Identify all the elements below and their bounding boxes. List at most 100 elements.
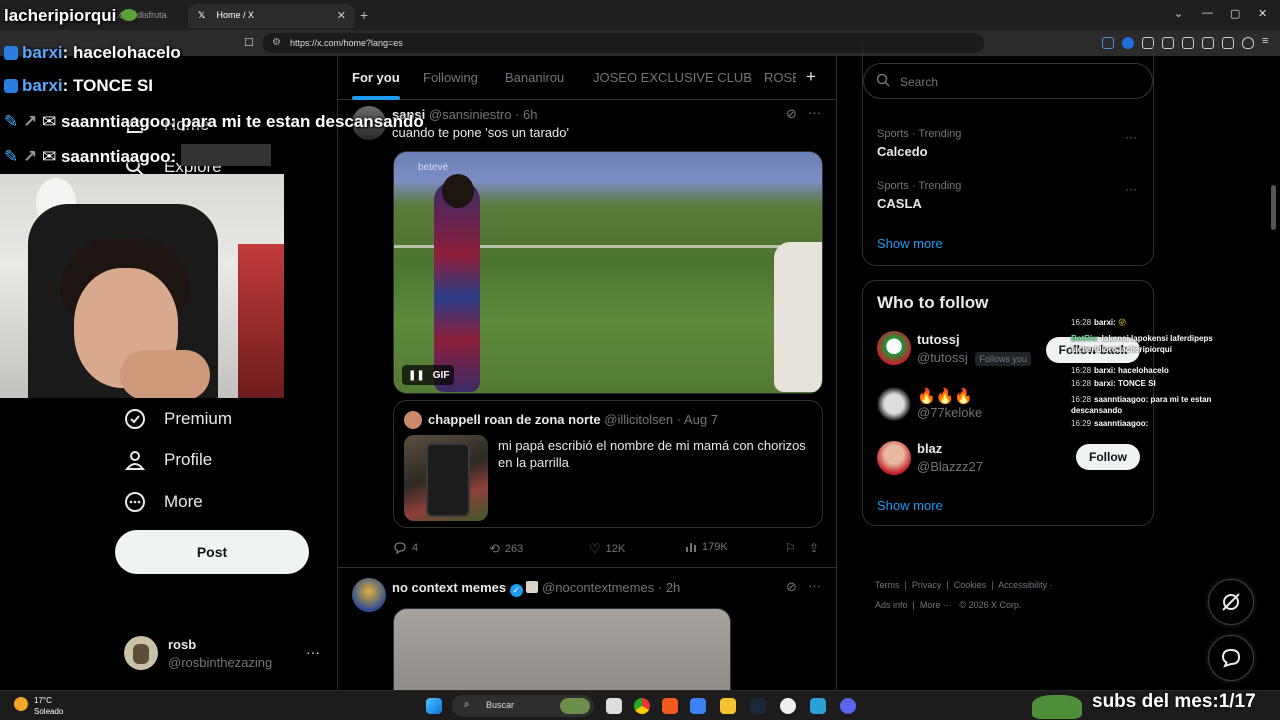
tab-following[interactable]: Following [423, 70, 478, 85]
tweet-more-icon[interactable]: ··· [808, 105, 821, 120]
steam-icon[interactable] [750, 698, 766, 714]
search-icon: ⌕ [464, 699, 470, 710]
tab-search-icon[interactable]: ⌄ [1174, 7, 1183, 20]
nav-profile[interactable]: Profile [124, 445, 212, 475]
add-tab-icon[interactable]: + [806, 67, 816, 87]
quoted-tweet[interactable]: chappell roan de zona norte @illicitolse… [393, 400, 823, 528]
share-icon[interactable]: ⇪ [809, 541, 819, 555]
who-to-follow-show-more-link[interactable]: Show more [877, 498, 943, 513]
avatar[interactable] [877, 331, 911, 365]
affiliate-badge-icon [526, 581, 539, 593]
tweet-time[interactable]: 2h [666, 580, 680, 595]
tweet-actions: 4 ⟲ 263 ♡ 12K 179K ⚐ ⇪ [393, 541, 823, 559]
page-scrollbar[interactable] [1271, 185, 1276, 230]
pause-icon[interactable]: ❚❚ [408, 370, 425, 381]
avatar[interactable] [877, 441, 911, 475]
tweet-author-name[interactable]: no context memes [392, 580, 506, 595]
post-button[interactable]: Post [115, 530, 309, 574]
bookmark-tweet-icon[interactable]: ⚐ [785, 541, 796, 555]
footer-cookies-link[interactable]: Cookies [954, 580, 987, 590]
close-tab-icon[interactable]: ✕ [337, 9, 346, 22]
reply-count: 4 [412, 542, 419, 554]
tweet-gif[interactable]: betevé ❚❚ GIF [393, 151, 823, 394]
footer-more-link[interactable]: More ··· [920, 600, 952, 610]
mini-chat-user: barxi [1094, 318, 1114, 327]
follows-you-badge: Follows you [975, 352, 1031, 366]
follow-button[interactable]: Follow [1076, 444, 1140, 470]
envelope-badge-icon: ✉ [41, 112, 57, 131]
suggested-account-name[interactable]: 🔥🔥🔥 [917, 387, 973, 405]
repost-button[interactable]: ⟲ 263 [489, 541, 523, 557]
grok-button[interactable] [1208, 579, 1254, 625]
tab-for-you[interactable]: For you [352, 70, 400, 100]
app-icon[interactable] [810, 698, 826, 714]
trend-more-icon[interactable]: ··· [1125, 182, 1137, 196]
more-dots-icon[interactable]: ··· [306, 644, 320, 660]
footer-accessibility-link[interactable]: Accessibility [998, 580, 1047, 590]
puzzle-icon[interactable] [1162, 37, 1174, 49]
maximize-icon[interactable]: ▢ [1230, 7, 1240, 20]
discord-icon[interactable] [840, 698, 856, 714]
tweet-author-handle[interactable]: @sansiniestro [429, 107, 512, 122]
tweet-time[interactable]: 6h [523, 107, 537, 122]
avatar[interactable] [877, 387, 911, 421]
brave-icon[interactable] [662, 698, 678, 714]
grok-icon[interactable]: ⊘ [786, 579, 797, 595]
messages-button[interactable] [1208, 635, 1254, 681]
suggested-account-name[interactable]: blaz [917, 441, 942, 456]
views-button[interactable]: 179K [685, 541, 728, 553]
cube-badge-icon [4, 46, 18, 60]
minimize-icon[interactable]: — [1202, 7, 1213, 19]
weather-widget[interactable]: 17°C Soleado [14, 695, 63, 717]
like-button[interactable]: ♡ 12K [589, 541, 625, 557]
stream-title: lacheripiorqui [4, 6, 138, 26]
nav-more-label: More [164, 492, 203, 511]
pepe-emote-icon [1032, 695, 1082, 719]
wallet-icon[interactable] [1202, 37, 1214, 49]
tweet-media[interactable] [393, 608, 731, 690]
sidebar-icon[interactable] [1182, 37, 1194, 49]
gif-badge[interactable]: ❚❚ GIF [402, 365, 454, 385]
quote-image[interactable] [404, 435, 488, 521]
trends-show-more-link[interactable]: Show more [877, 236, 943, 251]
tweet-avatar[interactable] [352, 578, 386, 612]
site-settings-icon[interactable]: ⚙ [272, 37, 281, 48]
start-icon[interactable] [426, 698, 442, 714]
bookmark-icon[interactable]: ☐ [244, 36, 254, 49]
person-icon [124, 449, 146, 471]
close-window-icon[interactable]: ✕ [1258, 7, 1267, 20]
shield-icon[interactable] [1242, 37, 1254, 49]
new-tab-icon[interactable]: + [360, 7, 368, 23]
menu-icon[interactable]: ≡ [1262, 35, 1268, 47]
edit-icon[interactable] [1222, 37, 1234, 49]
footer-ads-info-link[interactable]: Ads info [875, 600, 908, 610]
store-icon[interactable] [690, 698, 706, 714]
tab-bananirou[interactable]: Bananirou [505, 70, 564, 85]
folder-icon[interactable] [720, 698, 736, 714]
tweet-header: no context memes ✓ @nocontextmemes · 2h [392, 580, 680, 597]
tweet-author-handle[interactable]: @nocontextmemes [542, 580, 654, 595]
trend-name[interactable]: CASLA [877, 196, 922, 211]
browser-tab-active[interactable]: 𝕏 Home / X ✕ [188, 4, 354, 28]
reply-button[interactable]: 4 [393, 541, 418, 555]
handle-text: @tutossj [917, 350, 968, 365]
grok-icon[interactable]: ⊘ [786, 106, 797, 122]
like-count: 12K [605, 543, 626, 555]
chat-image-emote [180, 144, 271, 166]
footer-privacy-link[interactable]: Privacy [912, 580, 942, 590]
tweet-more-icon[interactable]: ··· [808, 578, 821, 593]
footer-terms-link[interactable]: Terms [875, 580, 900, 590]
trend-more-icon[interactable]: ··· [1125, 130, 1137, 144]
suggested-account-name[interactable]: tutossj [917, 332, 960, 347]
nav-more[interactable]: More [124, 487, 203, 517]
tab-rosb[interactable]: ROSB [764, 70, 796, 85]
arrow-badge-icon: ↗ [22, 147, 38, 166]
chrome-icon[interactable] [634, 698, 650, 714]
taskbar-search[interactable]: ⌕ Buscar [452, 695, 594, 717]
task-view-icon[interactable] [606, 698, 622, 714]
trend-name[interactable]: Calcedo [877, 144, 928, 159]
obs-icon[interactable] [780, 698, 796, 714]
tab-joseo-exclusive-club[interactable]: JOSEO EXCLUSIVE CLUB [593, 70, 752, 85]
nav-premium[interactable]: Premium [124, 404, 232, 434]
quote-text: mi papá escribió el nombre de mi mamá co… [498, 438, 806, 470]
